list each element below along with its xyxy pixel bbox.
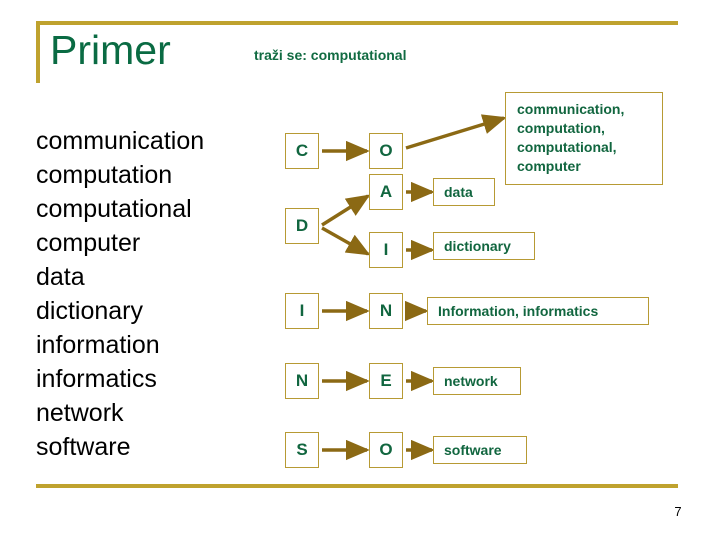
trie-node-s[interactable]: S: [285, 432, 319, 468]
result-box-computational-group[interactable]: communication, computation, computationa…: [505, 92, 663, 185]
trie-node-label: E: [380, 371, 392, 390]
slide: Primer traži se: computational communica…: [0, 0, 720, 540]
result-label: network: [444, 373, 498, 389]
trie-node-c[interactable]: C: [285, 133, 319, 169]
trie-node-d[interactable]: D: [285, 208, 319, 244]
list-item: data: [36, 263, 85, 291]
trie-node-label: I: [383, 240, 389, 259]
list-item: computational: [36, 195, 192, 223]
trie-node-i-mid[interactable]: I: [369, 232, 403, 268]
header-left-rule: [36, 21, 40, 83]
trie-node-a[interactable]: A: [369, 174, 403, 210]
result-line: computational,: [517, 139, 617, 155]
result-label: Information, informatics: [438, 303, 599, 319]
list-item: network: [36, 399, 124, 427]
result-box-data[interactable]: data: [433, 178, 495, 206]
trie-node-label: O: [379, 440, 393, 459]
header-top-rule: [36, 21, 678, 25]
result-label: software: [444, 442, 502, 458]
page-title: Primer: [50, 27, 171, 73]
trie-node-e[interactable]: E: [369, 363, 403, 399]
trie-node-label: D: [295, 216, 309, 235]
result-box-software[interactable]: software: [433, 436, 527, 464]
result-box-information[interactable]: Information, informatics: [427, 297, 649, 325]
footer-rule: [36, 484, 678, 488]
word-list: communication computation computational …: [36, 124, 261, 464]
trie-node-label: O: [379, 141, 393, 160]
trie-node-n-row[interactable]: N: [369, 293, 403, 329]
slide-subtitle: traži se: computational: [254, 47, 407, 63]
result-label: data: [444, 184, 473, 200]
page-number: 7: [674, 504, 682, 519]
list-item: dictionary: [36, 297, 143, 325]
trie-node-label: C: [295, 141, 309, 160]
result-line: computation,: [517, 120, 605, 136]
list-item: computer: [36, 229, 141, 257]
trie-node-o-bottom[interactable]: O: [369, 432, 403, 468]
trie-node-label: I: [299, 301, 305, 320]
trie-node-label: N: [295, 371, 309, 390]
result-box-dictionary[interactable]: dictionary: [433, 232, 535, 260]
trie-node-label: A: [379, 182, 393, 201]
trie-node-o-top[interactable]: O: [369, 133, 403, 169]
arrow-d-to-i: [321, 226, 371, 256]
result-line: communication,: [517, 101, 625, 117]
list-item: software: [36, 433, 131, 461]
result-line: computer: [517, 158, 581, 174]
trie-node-label: N: [379, 301, 393, 320]
trie-node-i-row[interactable]: I: [285, 293, 319, 329]
arrow-o-to-words: [405, 114, 507, 150]
list-item: computation: [36, 161, 173, 189]
list-item: informatics: [36, 365, 157, 393]
trie-node-label: S: [296, 440, 308, 459]
list-item: information: [36, 331, 160, 359]
list-item: communication: [36, 127, 205, 155]
result-label: dictionary: [444, 238, 511, 254]
result-box-network[interactable]: network: [433, 367, 521, 395]
arrow-d-to-a: [321, 194, 371, 227]
trie-node-n-start[interactable]: N: [285, 363, 319, 399]
